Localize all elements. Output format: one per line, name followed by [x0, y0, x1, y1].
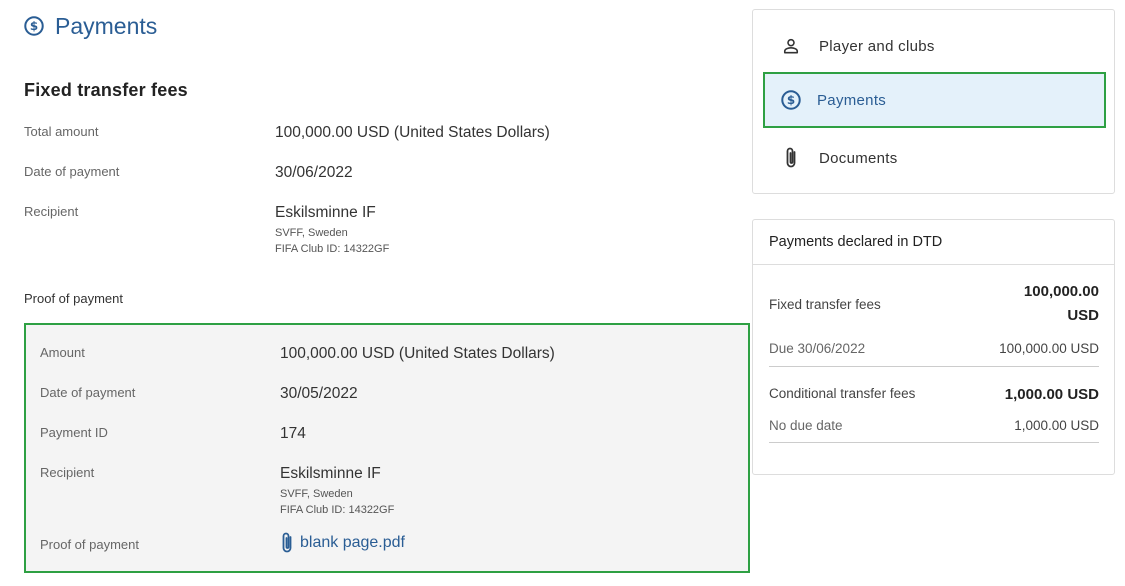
proof-recipient-name: Eskilsminne IF: [280, 465, 381, 482]
page-title-text: Payments: [55, 12, 158, 39]
nav-item-label: Documents: [819, 149, 898, 167]
fixed-fees-summary-currency: USD: [1067, 307, 1099, 324]
proof-date-value: 30/05/2022: [280, 385, 358, 402]
recipient-label: Recipient: [24, 204, 79, 219]
conditional-fees-label: Conditional transfer fees: [769, 386, 916, 401]
proof-file-link[interactable]: blank page.pdf: [280, 531, 405, 555]
svg-text:$: $: [30, 19, 38, 33]
proof-date-label: Date of payment: [40, 385, 136, 400]
fixed-fees-heading: Fixed transfer fees: [24, 80, 188, 100]
proof-recipient-association: SVFF, Sweden: [280, 488, 353, 500]
proof-file-name: blank page.pdf: [300, 534, 405, 551]
svg-text:$: $: [787, 93, 795, 107]
proof-of-payment-heading: Proof of payment: [24, 291, 123, 306]
payment-id-label: Payment ID: [40, 425, 108, 440]
paperclip-icon: [282, 532, 292, 553]
divider: [769, 442, 1099, 443]
recipient-field: Recipient Eskilsminne IF SVFF, Sweden FI…: [24, 204, 724, 260]
nav-item-player-and-clubs[interactable]: Player and clubs: [763, 18, 1106, 74]
page-title: $ Payments: [23, 12, 157, 40]
fixed-fees-summary-amount: 100,000.00: [1023, 283, 1099, 300]
payments-declared-title: Payments declared in DTD: [769, 234, 943, 250]
total-amount-value: 100,000.00 USD (United States Dollars): [275, 124, 550, 141]
payments-declared-header: Payments declared in DTD: [753, 220, 1114, 265]
fixed-fees-summary-row: Fixed transfer fees 100,000.00 USD: [769, 280, 1099, 330]
recipient-association: SVFF, Sweden: [275, 227, 348, 239]
date-of-payment-label: Date of payment: [24, 164, 120, 179]
fixed-fees-due-label: Due 30/06/2022: [769, 341, 866, 356]
conditional-fees-due-row: No due date 1,000.00 USD: [769, 418, 1099, 438]
date-of-payment-value: 30/06/2022: [275, 164, 353, 181]
conditional-fees-due-value: 1,000.00 USD: [1014, 418, 1099, 433]
nav-item-label: Payments: [817, 91, 887, 109]
total-amount-label: Total amount: [24, 124, 99, 139]
dollar-circle-icon: $: [24, 16, 44, 36]
proof-recipient-label: Recipient: [40, 465, 95, 480]
fixed-fees-summary-value: 100,000.00 USD: [1024, 280, 1099, 328]
recipient-club-id: FIFA Club ID: 14322GF: [275, 243, 390, 255]
conditional-fees-summary-row: Conditional transfer fees 1,000.00 USD: [769, 383, 1099, 407]
proof-file-label: Proof of payment: [40, 537, 139, 552]
proof-amount-label: Amount: [40, 345, 85, 360]
divider: [769, 366, 1099, 367]
fixed-fees-due-value: 100,000.00 USD: [999, 341, 1099, 356]
payments-declared-card: Payments declared in DTD Fixed transfer …: [752, 219, 1115, 475]
proof-of-payment-panel: Amount 100,000.00 USD (United States Dol…: [24, 323, 750, 573]
payment-id-value: 174: [280, 425, 306, 442]
proof-amount-value: 100,000.00 USD (United States Dollars): [280, 345, 555, 362]
proof-recipient-club-id: FIFA Club ID: 14322GF: [280, 504, 395, 516]
fixed-fees-due-row: Due 30/06/2022 100,000.00 USD: [769, 341, 1099, 361]
conditional-fees-value: 1,000.00 USD: [1004, 386, 1099, 403]
recipient-name: Eskilsminne IF: [275, 204, 376, 221]
nav-item-label: Player and clubs: [819, 37, 935, 55]
person-icon: [783, 38, 799, 54]
proof-recipient-field: Recipient Eskilsminne IF SVFF, Sweden FI…: [40, 465, 740, 521]
fixed-fees-summary-label: Fixed transfer fees: [769, 297, 881, 312]
nav-item-payments[interactable]: $ Payments: [763, 72, 1106, 128]
section-nav: Player and clubs $ Payments Documents: [752, 9, 1115, 194]
conditional-fees-due-label: No due date: [769, 418, 843, 433]
nav-item-documents[interactable]: Documents: [763, 130, 1106, 186]
dollar-circle-icon: $: [781, 90, 801, 110]
paperclip-icon: [786, 147, 796, 168]
